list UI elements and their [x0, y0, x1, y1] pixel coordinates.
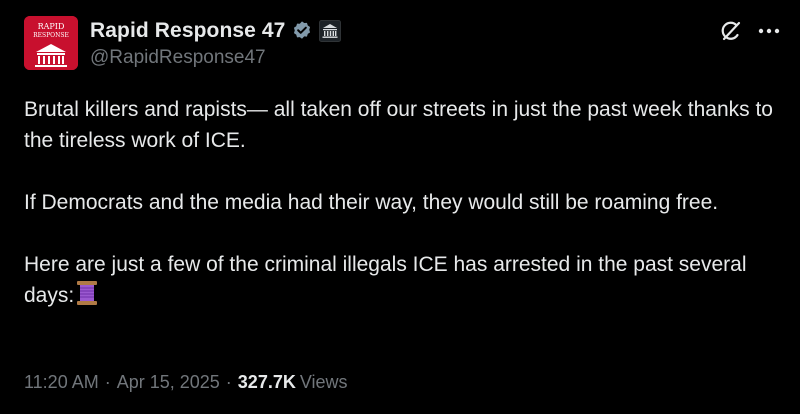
- tweet-paragraph-3: Here are just a few of the criminal ille…: [24, 249, 774, 311]
- avatar-text-bottom: RESPONSE: [33, 32, 69, 39]
- tweet-paragraph-3-text: Here are just a few of the criminal ille…: [24, 253, 747, 307]
- avatar[interactable]: RAPID RESPONSE: [24, 16, 78, 70]
- tweet-paragraph-2: If Democrats and the media had their way…: [24, 191, 719, 214]
- tweet-paragraph-1: Brutal killers and rapists— all taken of…: [24, 98, 773, 152]
- more-options-icon[interactable]: [756, 22, 782, 40]
- grok-icon[interactable]: [718, 18, 744, 44]
- display-name[interactable]: Rapid Response 47: [90, 19, 285, 43]
- verified-badge-icon[interactable]: [291, 20, 313, 42]
- spool-of-thread-emoji: [76, 280, 98, 306]
- name-row: Rapid Response 47: [90, 18, 342, 44]
- views-count[interactable]: 327.7K: [238, 372, 296, 393]
- meta-separator-2: ·: [225, 372, 232, 392]
- tweet-date[interactable]: Apr 15, 2025: [117, 372, 220, 393]
- tweet-card: RAPID RESPONSE Rapid Response 47 @RapidR…: [0, 0, 800, 414]
- avatar-text-top: RAPID: [38, 22, 65, 31]
- views-label: Views: [299, 372, 348, 392]
- government-building-icon[interactable]: [319, 20, 342, 42]
- tweet-text: Brutal killers and rapists— all taken of…: [24, 94, 774, 311]
- handle[interactable]: @RapidResponse47: [90, 47, 266, 69]
- tweet-time[interactable]: 11:20 AM: [24, 372, 99, 393]
- tweet-meta: 11:20 AM · Apr 15, 2025 · 327.7K Views: [24, 372, 348, 393]
- meta-separator-1: ·: [104, 372, 111, 392]
